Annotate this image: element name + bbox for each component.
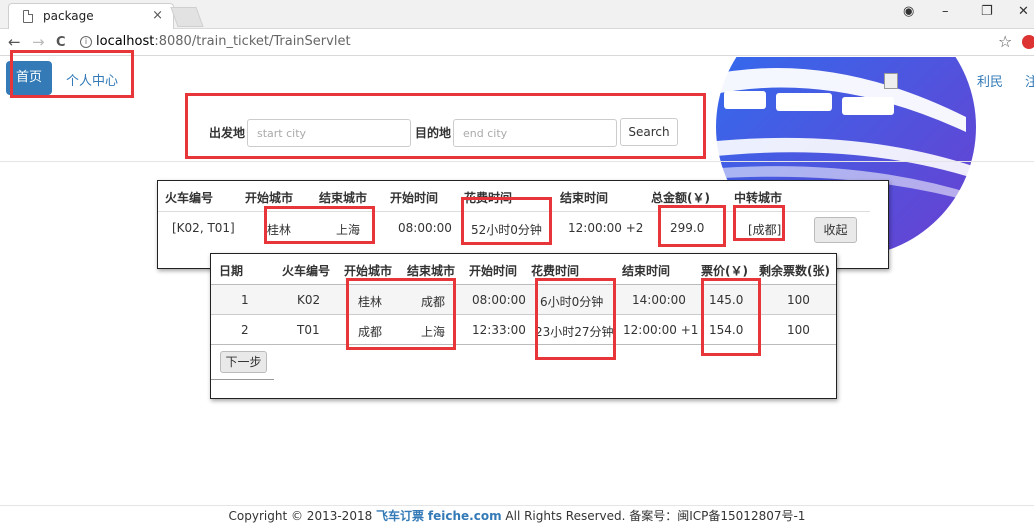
results-header-end-time: 结束时间	[560, 191, 609, 205]
results-cell-train: [K02, T01]	[172, 221, 235, 235]
detail-header-duration: 花费时间	[531, 264, 580, 278]
results-cell-start-time: 08:00:00	[398, 221, 452, 235]
detail-cell-start-time: 08:00:00	[472, 293, 526, 307]
forward-icon[interactable]: →	[32, 33, 45, 51]
button-underline	[211, 379, 274, 380]
browser-tab[interactable]: package ×	[8, 3, 174, 29]
detail-header-end-time: 结束时间	[622, 264, 671, 278]
new-tab-button[interactable]	[170, 7, 204, 27]
back-icon[interactable]: ←	[8, 33, 21, 51]
tab-close-icon[interactable]: ×	[152, 8, 163, 23]
footer-brand-link[interactable]: 飞车订票	[376, 509, 424, 523]
extension-icon[interactable]	[1022, 35, 1034, 49]
detail-cell-remaining: 100	[787, 323, 810, 337]
detail-header-price: 票价(￥)	[701, 264, 748, 278]
detail-header-remaining: 剩余票数(张)	[759, 264, 830, 278]
results-header-train: 火车编号	[165, 191, 214, 205]
site-info-icon[interactable]: i	[80, 36, 92, 48]
results-header-total: 总金额(￥)	[651, 191, 710, 205]
annotation-box-search	[185, 93, 706, 159]
annotation-box-nav	[10, 50, 134, 98]
maximize-button[interactable]: ❐	[981, 4, 993, 19]
minimize-button[interactable]: –	[942, 4, 949, 19]
footer-rights: All Rights Reserved. 备案号：闽ICP备15012807号-…	[505, 509, 806, 523]
user-name-link[interactable]: 利民	[977, 71, 1003, 90]
detail-cell-end-time: 12:00:00 +1	[623, 323, 699, 337]
annotation-box-cities	[264, 206, 375, 244]
reload-icon[interactable]: C	[56, 35, 66, 50]
page: 首页 个人中心 利民 注 出发地 目的地 Search 火车编号 开始城市 结束…	[0, 50, 1034, 528]
detail-header-start-time: 开始时间	[469, 264, 518, 278]
account-icon[interactable]: ◉	[903, 4, 914, 19]
annotation-box-transfer	[733, 205, 785, 241]
annotation-box-detail-price	[701, 278, 761, 356]
bookmark-star-icon[interactable]: ☆	[998, 32, 1012, 51]
detail-cell-end-time: 14:00:00	[632, 293, 686, 307]
results-cell-end-time: 12:00:00 +2	[568, 221, 644, 235]
annotation-box-total	[658, 205, 726, 247]
detail-cell-day: 2	[241, 323, 249, 337]
detail-cell-train: T01	[297, 323, 320, 337]
header-divider	[0, 161, 1034, 162]
collapse-button[interactable]: 收起	[814, 217, 857, 243]
window-close-button[interactable]: ✕	[1018, 4, 1029, 19]
detail-header-train: 火车编号	[282, 264, 331, 278]
next-step-button[interactable]: 下一步	[220, 351, 267, 373]
detail-cell-train: K02	[297, 293, 321, 307]
detail-header-end-city: 结束城市	[407, 264, 456, 278]
footer-site-link[interactable]: feiche.com	[428, 509, 502, 523]
results-header-end-city: 结束城市	[319, 191, 368, 205]
results-header-start-time: 开始时间	[390, 191, 439, 205]
url-path: :8080/train_ticket/TrainServlet	[154, 34, 351, 49]
footer-copyright: Copyright © 2013-2018	[228, 509, 373, 523]
document-icon	[23, 10, 33, 23]
results-header-start-city: 开始城市	[245, 191, 294, 205]
url-host: localhost	[96, 34, 155, 49]
tab-title: package	[43, 9, 94, 23]
detail-cell-remaining: 100	[787, 293, 810, 307]
detail-header-day: 日期	[219, 264, 244, 278]
browser-tabstrip: package × ◉ – ❐ ✕	[0, 0, 1034, 29]
annotation-box-detail-cities	[346, 278, 456, 350]
user-secondary-link[interactable]: 注	[1025, 71, 1034, 90]
annotation-box-detail-duration	[535, 278, 616, 360]
address-bar: ← → C i localhost:8080/train_ticket/Trai…	[0, 29, 1034, 56]
footer: Copyright © 2013-2018 飞车订票 feiche.com Al…	[0, 505, 1034, 528]
detail-header-start-city: 开始城市	[344, 264, 393, 278]
detail-cell-start-time: 12:33:00	[472, 323, 526, 337]
broken-image-icon	[884, 73, 898, 89]
annotation-box-duration	[461, 197, 552, 245]
url-field[interactable]: localhost:8080/train_ticket/TrainServlet	[96, 34, 351, 49]
detail-cell-day: 1	[241, 293, 249, 307]
results-header-transfer: 中转城市	[734, 191, 783, 205]
